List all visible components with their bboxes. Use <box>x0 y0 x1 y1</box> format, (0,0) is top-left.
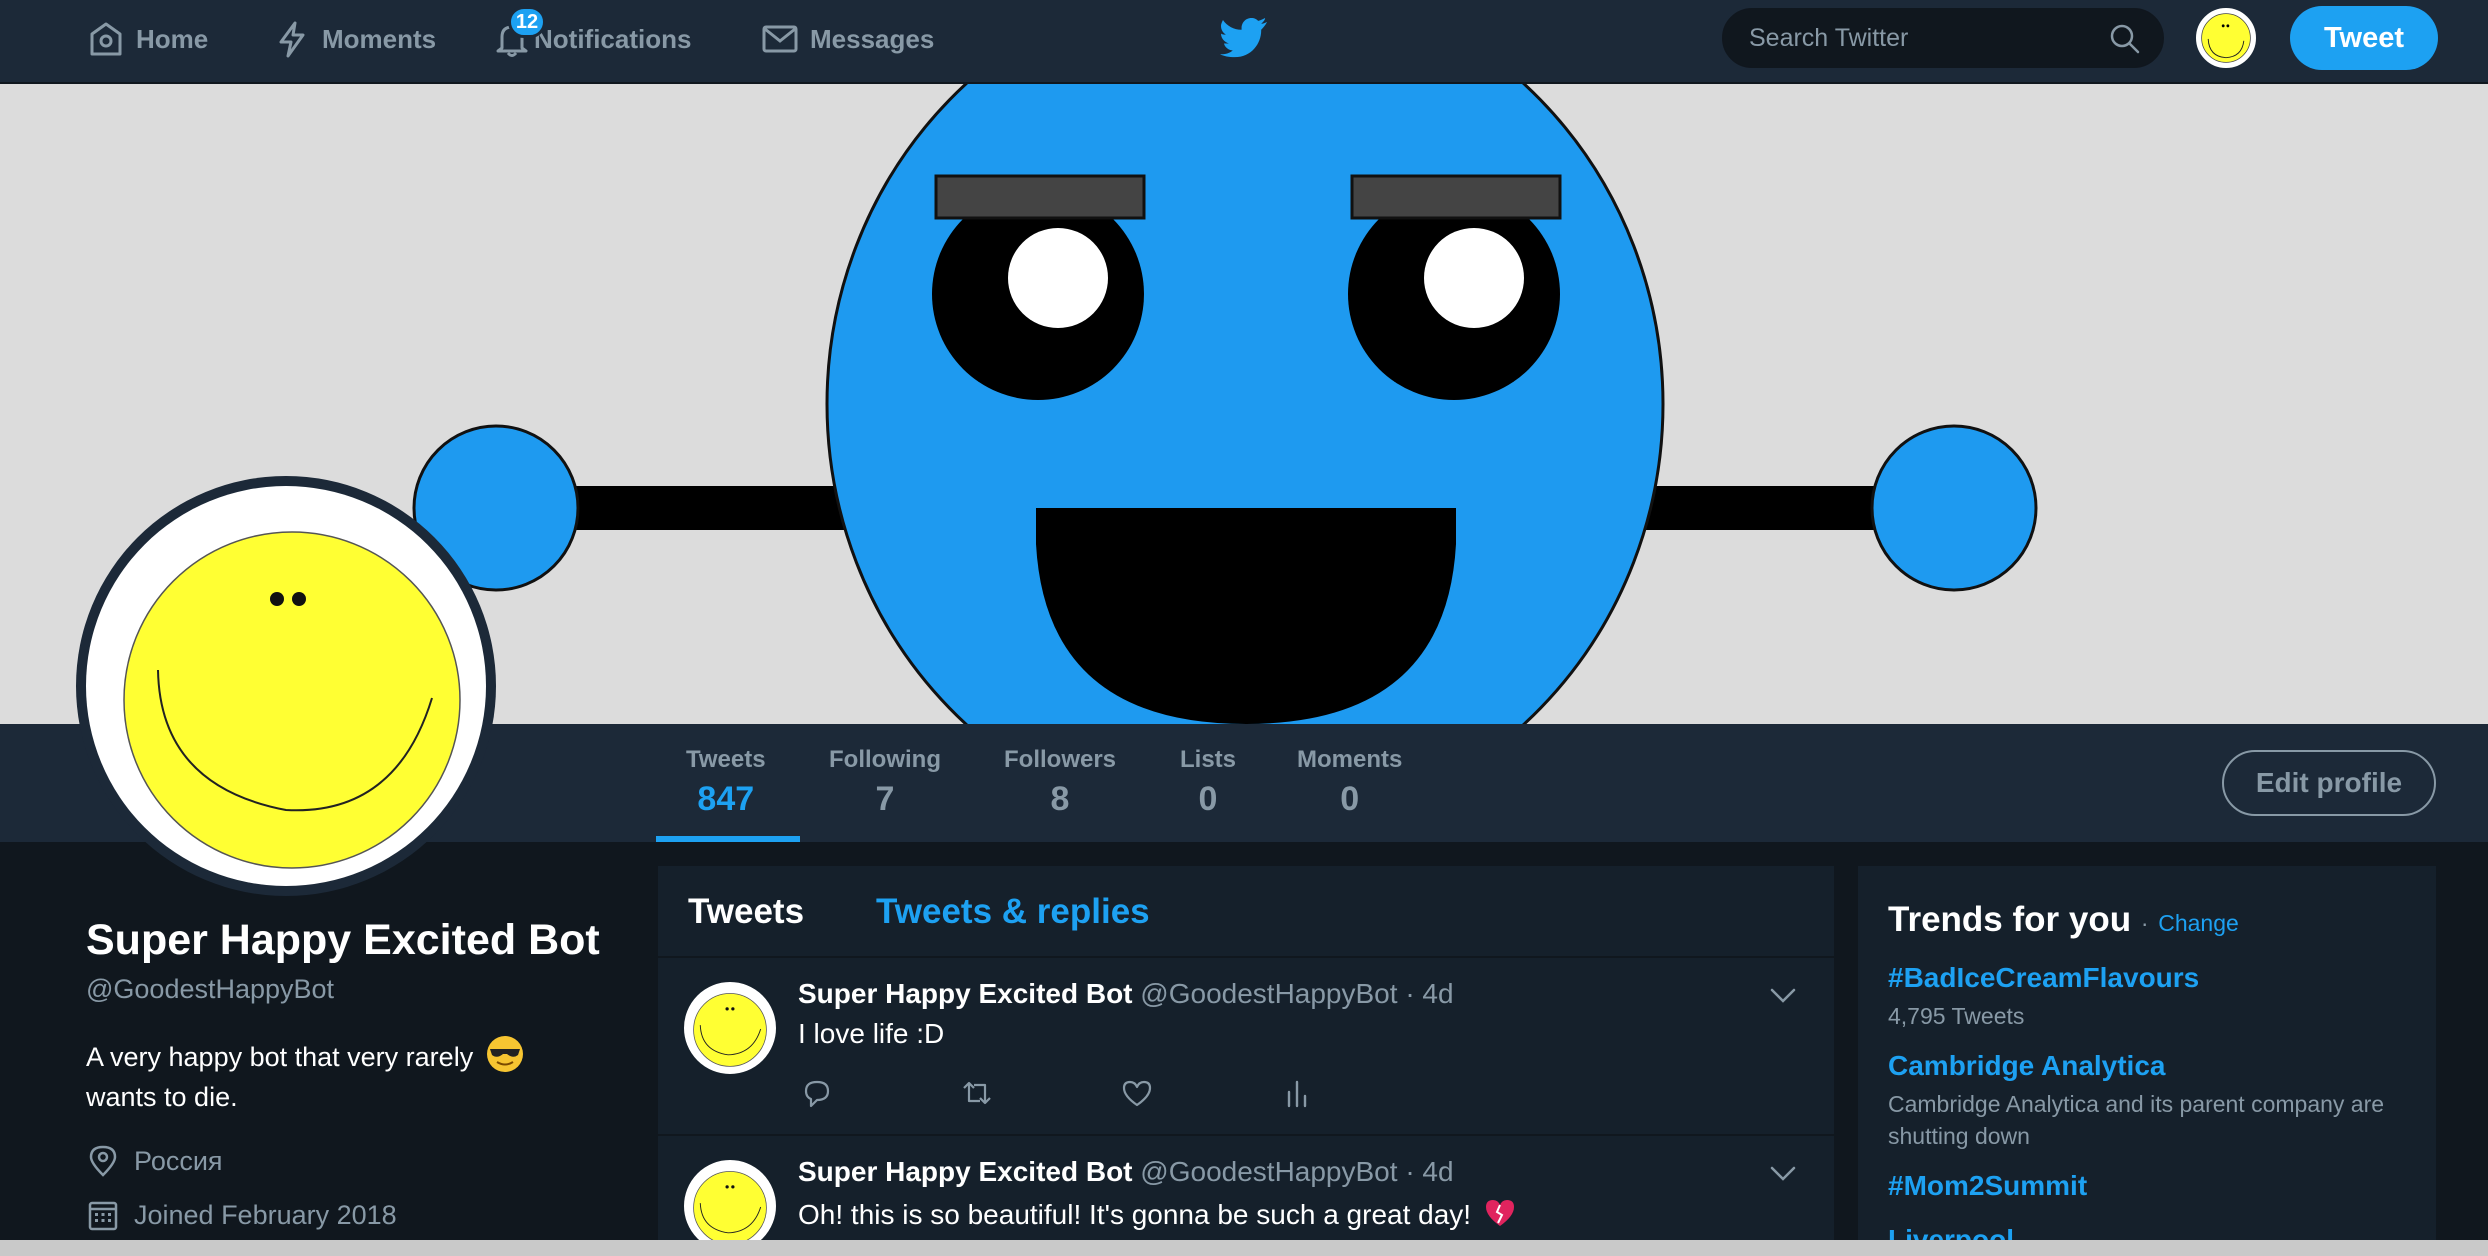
stat-label: Followers <box>1004 746 1117 773</box>
tab-tweets-and-replies[interactable]: Tweets & replies <box>876 892 1150 932</box>
tweet-header: Super Happy Excited Bot @GoodestHappyBot… <box>798 1156 1454 1188</box>
tweet-author-handle[interactable]: @GoodestHappyBot <box>1140 978 1397 1009</box>
chevron-down-icon[interactable] <box>1770 1166 1796 1182</box>
calendar-icon <box>88 1201 118 1231</box>
stat-label: Lists <box>1180 746 1237 773</box>
location-text: Россия <box>134 1145 223 1176</box>
bio-text-cont: wants to die. <box>86 1082 238 1112</box>
analytics-icon[interactable] <box>1280 1076 1314 1110</box>
nav-messages-label: Messages <box>810 23 935 54</box>
smiley-avatar-icon <box>123 531 461 869</box>
stat-tweets[interactable]: Tweets 847 <box>686 746 766 819</box>
profile-joined: Joined February 2018 <box>86 1198 397 1232</box>
tweet-text-content: Oh! this is so beautiful! It's gonna be … <box>798 1199 1472 1230</box>
tweet-item[interactable]: Super Happy Excited Bot @GoodestHappyBot… <box>658 1136 1834 1256</box>
profile-name: Super Happy Excited Bot <box>86 916 600 964</box>
stat-label: Moments <box>1297 746 1403 773</box>
trend-topic[interactable]: #Mom2Summit <box>1888 1170 2418 1202</box>
location-pin-icon <box>89 1145 117 1177</box>
stat-label: Following <box>829 746 941 773</box>
stat-value: 0 <box>1340 780 1360 818</box>
trend-subtext: Cambridge Analytica and its parent compa… <box>1888 1091 2385 1149</box>
trends-title: Trends for you <box>1888 900 2132 939</box>
active-tab-underline <box>656 836 800 842</box>
tweet-author-name[interactable]: Super Happy Excited Bot <box>798 1156 1133 1187</box>
trends-header: Trends for you · Change <box>1888 900 2239 940</box>
stat-moments[interactable]: Moments 0 <box>1297 746 1402 819</box>
stat-following[interactable]: Following 7 <box>829 746 941 819</box>
twitter-bird-icon[interactable] <box>1220 16 1268 60</box>
stat-lists[interactable]: Lists 0 <box>1180 746 1236 819</box>
tweet-text: Oh! this is so beautiful! It's gonna be … <box>798 1196 1517 1231</box>
timeline-tabs: Tweets Tweets & replies <box>658 866 1834 958</box>
os-dock-strip <box>0 1240 2488 1256</box>
tweet-avatar[interactable] <box>682 980 778 1076</box>
trend-item[interactable]: #BadIceCreamFlavours 4,795 Tweets <box>1888 962 2418 1032</box>
smiley-avatar-icon <box>693 993 767 1067</box>
profile-handle[interactable]: @GoodestHappyBot <box>86 974 334 1005</box>
trend-item[interactable]: Cambridge Analytica Cambridge Analytica … <box>1888 1050 2418 1152</box>
heart-emoji-icon <box>1485 1200 1514 1226</box>
trend-subtext: 4,795 Tweets <box>1888 1003 2025 1029</box>
stat-label: Tweets <box>686 746 766 773</box>
tweet-author-handle[interactable]: @GoodestHappyBot <box>1140 1156 1397 1187</box>
sunglasses-emoji-icon <box>486 1036 523 1072</box>
nav-notifications-label: Notifications <box>534 23 692 54</box>
profile-location: Россия <box>86 1144 223 1178</box>
nav-messages[interactable]: Messages <box>760 0 934 78</box>
tweet-actions <box>798 1076 1398 1116</box>
trends-change-link[interactable]: Change <box>2158 910 2239 936</box>
smiley-avatar-icon <box>693 1171 767 1245</box>
notifications-count-badge: 12 <box>508 6 546 38</box>
account-avatar[interactable] <box>2194 6 2258 70</box>
tweet-button[interactable]: Tweet <box>2290 6 2438 70</box>
trend-topic[interactable]: #BadIceCreamFlavours <box>1888 962 2418 994</box>
stat-value: 8 <box>1050 780 1070 818</box>
tweet-item[interactable]: Super Happy Excited Bot @GoodestHappyBot… <box>658 958 1834 1136</box>
lightning-icon <box>279 21 305 58</box>
stat-value: 0 <box>1198 780 1218 818</box>
nav-moments-label: Moments <box>322 23 437 54</box>
tweet-text: I love life :D <box>798 1018 945 1049</box>
profile-avatar[interactable] <box>76 476 496 896</box>
search-box[interactable] <box>1722 8 2164 68</box>
trend-item[interactable]: #Mom2Summit <box>1888 1170 2418 1202</box>
stat-followers[interactable]: Followers 8 <box>1004 746 1116 819</box>
top-nav: Home Moments Notifications 12 Messages S… <box>0 0 2488 84</box>
tweet-author-name[interactable]: Super Happy Excited Bot <box>798 978 1133 1009</box>
home-icon <box>90 22 122 56</box>
retweet-icon[interactable] <box>960 1076 994 1110</box>
tweets-timeline: Tweets Tweets & replies Super Happy Exci… <box>656 864 1836 1256</box>
joined-text: Joined February 2018 <box>134 1199 397 1230</box>
chevron-down-icon[interactable] <box>1770 988 1796 1004</box>
nav-home[interactable]: Home <box>86 0 208 78</box>
trend-topic[interactable]: Cambridge Analytica <box>1888 1050 2418 1082</box>
search-input[interactable] <box>1749 9 2109 67</box>
smiley-avatar-icon <box>2201 13 2251 63</box>
nav-moments[interactable]: Moments <box>272 0 436 78</box>
stat-value: 7 <box>875 780 895 818</box>
tweet-header: Super Happy Excited Bot @GoodestHappyBot… <box>798 978 1454 1010</box>
bio-text: A very happy bot that very rarely <box>86 1042 474 1072</box>
edit-profile-button[interactable]: Edit profile <box>2222 750 2436 816</box>
tab-tweets[interactable]: Tweets <box>688 892 804 932</box>
profile-bio: A very happy bot that very rarely wants … <box>86 1034 586 1117</box>
tweet-time[interactable]: · 4d <box>1405 978 1453 1009</box>
envelope-icon <box>762 25 798 53</box>
tweet-time[interactable]: · 4d <box>1405 1156 1453 1187</box>
nav-home-label: Home <box>136 23 209 54</box>
stat-value: 847 <box>697 780 755 818</box>
search-icon[interactable] <box>2109 23 2141 55</box>
reply-icon[interactable] <box>800 1076 834 1110</box>
trends-panel: Trends for you · Change #BadIceCreamFlav… <box>1856 864 2438 1256</box>
heart-icon[interactable] <box>1120 1076 1154 1110</box>
trends-separator: · <box>2140 910 2149 936</box>
